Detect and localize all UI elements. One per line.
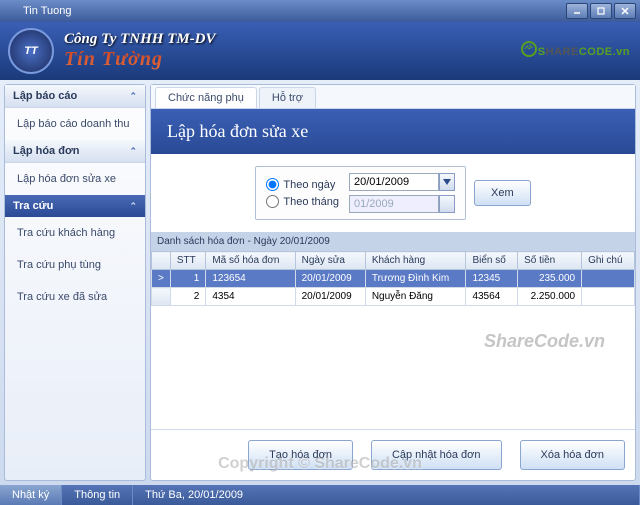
cell-bien: 43564	[466, 288, 518, 306]
action-bar: Tạo hóa đơn Cập nhật hóa đơn Xóa hóa đơn	[151, 429, 635, 480]
col-stt[interactable]: STT	[170, 252, 206, 270]
table-row[interactable]: >112365420/01/2009Trương Đình Kim1234523…	[152, 270, 635, 288]
cell-stt: 1	[170, 270, 206, 288]
invoice-grid[interactable]: STT Mã số hóa đơn Ngày sửa Khách hàng Bi…	[151, 251, 635, 429]
watermark-brand: SHARECODE.vn	[520, 40, 630, 59]
body: Lập báo cáo ⌃ Lập báo cáo doanh thu Lập h…	[0, 80, 640, 485]
radio-by-day[interactable]: Theo ngày	[266, 178, 339, 191]
sidebar-group-lookup[interactable]: Tra cứu ⌃	[5, 195, 145, 217]
cell-kh: Trương Đình Kim	[365, 270, 466, 288]
cell-ngay: 20/01/2009	[295, 270, 365, 288]
sidebar-group-label: Lập báo cáo	[13, 90, 77, 102]
tab-support[interactable]: Hỗ trợ	[259, 87, 316, 108]
row-marker	[152, 288, 171, 306]
recycle-icon	[520, 40, 538, 58]
app-icon	[4, 4, 18, 18]
sidebar-group-invoice[interactable]: Lập hóa đơn ⌃	[5, 140, 145, 163]
table-row[interactable]: 2435420/01/2009Nguyễn Đăng435642.250.000	[152, 288, 635, 306]
chevron-up-icon: ⌃	[129, 201, 137, 212]
filter-mode-col: Theo ngày Theo tháng	[266, 178, 339, 208]
sidebar-item-revenue-report[interactable]: Lập báo cáo doanh thu	[5, 108, 145, 140]
company-line2: Tín Tường	[64, 48, 216, 71]
tab-extra-functions[interactable]: Chức năng phụ	[155, 87, 257, 108]
page-title: Lập hóa đơn sửa xe	[151, 109, 635, 154]
watermark-grid: ShareCode.vn	[484, 331, 605, 352]
month-input	[349, 195, 439, 213]
status-date: Thứ Ba, 20/01/2009	[133, 485, 640, 505]
status-info[interactable]: Thông tin	[62, 485, 133, 505]
cell-kh: Nguyễn Đăng	[365, 288, 466, 306]
cell-tien: 235.000	[518, 270, 582, 288]
list-caption: Danh sách hóa đơn - Ngày 20/01/2009	[151, 232, 635, 251]
logo-text: TT	[24, 45, 37, 57]
filter-value-col	[349, 173, 455, 213]
radio-by-day-input[interactable]	[266, 178, 279, 191]
sidebar-item-lookup-repaired[interactable]: Tra cứu xe đã sửa	[5, 281, 145, 313]
status-log[interactable]: Nhật ký	[0, 485, 62, 505]
create-invoice-button[interactable]: Tạo hóa đơn	[248, 440, 353, 470]
cell-ma: 123654	[206, 270, 295, 288]
company-block: Công Ty TNHH TM-DV Tín Tường	[64, 31, 216, 71]
col-tien[interactable]: Số tiền	[518, 252, 582, 270]
cell-ghi	[582, 288, 635, 306]
col-kh[interactable]: Khách hàng	[365, 252, 466, 270]
col-ngay[interactable]: Ngày sửa	[295, 252, 365, 270]
maximize-button[interactable]	[590, 3, 612, 19]
window-title: Tin Tuong	[23, 5, 564, 17]
col-ma[interactable]: Mã số hóa đơn	[206, 252, 295, 270]
statusbar: Nhật ký Thông tin Thứ Ba, 20/01/2009	[0, 485, 640, 505]
update-invoice-button[interactable]: Cập nhật hóa đơn	[371, 440, 502, 470]
radio-by-month-input[interactable]	[266, 195, 279, 208]
sidebar-item-lookup-parts[interactable]: Tra cứu phụ tùng	[5, 249, 145, 281]
company-line1: Công Ty TNHH TM-DV	[64, 31, 216, 48]
sidebar-group-label: Tra cứu	[13, 200, 53, 212]
cell-tien: 2.250.000	[518, 288, 582, 306]
content: Chức năng phụ Hỗ trợ Lập hóa đơn sửa xe …	[150, 84, 636, 481]
date-dropdown-button[interactable]	[439, 173, 455, 191]
col-ghi[interactable]: Ghi chú	[582, 252, 635, 270]
cell-ma: 4354	[206, 288, 295, 306]
minimize-button[interactable]	[566, 3, 588, 19]
date-input[interactable]	[349, 173, 439, 191]
col-rowheader	[152, 252, 171, 270]
titlebar: Tin Tuong	[0, 0, 640, 22]
filter-box: Theo ngày Theo tháng	[255, 166, 466, 220]
app-header: TT Công Ty TNHH TM-DV Tín Tường SHARECOD…	[0, 22, 640, 80]
sidebar: Lập báo cáo ⌃ Lập báo cáo doanh thu Lập h…	[4, 84, 146, 481]
cell-ghi	[582, 270, 635, 288]
sidebar-group-label: Lập hóa đơn	[13, 145, 79, 157]
cell-stt: 2	[170, 288, 206, 306]
logo: TT	[8, 28, 54, 74]
sidebar-group-reports[interactable]: Lập báo cáo ⌃	[5, 85, 145, 108]
row-marker: >	[152, 270, 171, 288]
sidebar-item-lookup-customer[interactable]: Tra cứu khách hàng	[5, 217, 145, 249]
sidebar-item-repair-invoice[interactable]: Lập hóa đơn sửa xe	[5, 163, 145, 195]
close-button[interactable]	[614, 3, 636, 19]
cell-bien: 12345	[466, 270, 518, 288]
delete-invoice-button[interactable]: Xóa hóa đơn	[520, 440, 626, 470]
radio-by-month[interactable]: Theo tháng	[266, 195, 339, 208]
col-bien[interactable]: Biển số	[466, 252, 518, 270]
month-dropdown-button	[439, 195, 455, 213]
chevron-up-icon: ⌃	[129, 91, 137, 102]
chevron-up-icon: ⌃	[129, 146, 137, 157]
filter-bar: Theo ngày Theo tháng Xem	[151, 154, 635, 232]
tabs: Chức năng phụ Hỗ trợ	[151, 85, 635, 109]
cell-ngay: 20/01/2009	[295, 288, 365, 306]
invoice-table: STT Mã số hóa đơn Ngày sửa Khách hàng Bi…	[151, 251, 635, 306]
view-button[interactable]: Xem	[474, 180, 531, 206]
